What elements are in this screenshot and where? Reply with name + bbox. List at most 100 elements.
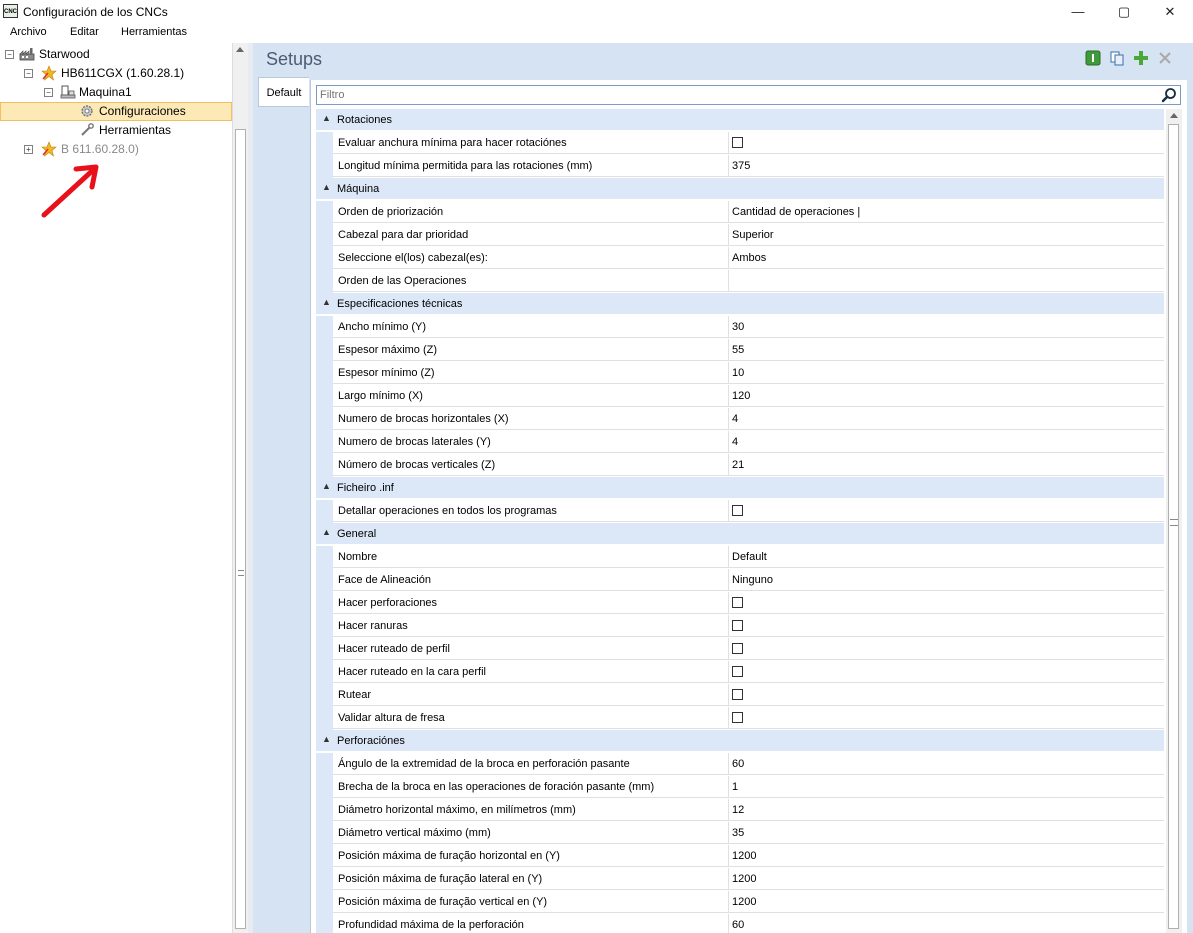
property-checkbox[interactable] (732, 505, 743, 516)
collapse-caret-icon[interactable]: ▲ (322, 734, 331, 744)
info-icon[interactable] (1085, 50, 1101, 66)
property-value-cell[interactable] (729, 661, 1164, 683)
property-row[interactable]: Numero de brocas laterales (Y) 4 (316, 431, 1164, 454)
tree-expander-maquina1[interactable]: − (44, 88, 53, 97)
property-row[interactable]: Posición máxima de furação horizontal en… (316, 845, 1164, 868)
tree-expander-starwood[interactable]: − (5, 50, 14, 59)
property-value[interactable]: Superior (729, 224, 1164, 246)
property-row[interactable]: Espesor máximo (Z) 55 (316, 339, 1164, 362)
tree-node-starwood[interactable]: Starwood (39, 45, 90, 63)
delete-icon[interactable] (1157, 50, 1173, 66)
section-header[interactable]: ▲ Máquina (316, 178, 1164, 200)
minimize-button[interactable]: — (1055, 0, 1101, 23)
menu-editar[interactable]: Editar (70, 26, 99, 38)
section-header[interactable]: ▲ Ficheiro .inf (316, 477, 1164, 499)
collapse-caret-icon[interactable]: ▲ (322, 113, 331, 123)
tree-expander-second-cnc[interactable]: + (24, 145, 33, 154)
property-value[interactable]: 12 (729, 799, 1164, 821)
tree-scrollbar[interactable] (232, 43, 248, 933)
property-value[interactable]: 4 (729, 431, 1164, 453)
search-icon[interactable] (1161, 87, 1177, 103)
property-row[interactable]: Numero de brocas horizontales (X) 4 (316, 408, 1164, 431)
property-value[interactable]: 35 (729, 822, 1164, 844)
property-row[interactable]: Detallar operaciones en todos los progra… (316, 500, 1164, 523)
property-checkbox[interactable] (732, 712, 743, 723)
property-row[interactable]: Hacer ranuras (316, 615, 1164, 638)
property-row[interactable]: Diámetro horizontal máximo, en milímetro… (316, 799, 1164, 822)
grid-scroll-up-icon[interactable] (1170, 113, 1178, 118)
tab-default[interactable]: Default (258, 77, 309, 107)
property-checkbox[interactable] (732, 666, 743, 677)
property-value-cell[interactable] (729, 615, 1164, 637)
grid-scroll-thumb[interactable] (1168, 124, 1179, 929)
property-row[interactable]: Brecha de la broca en las operaciones de… (316, 776, 1164, 799)
property-row[interactable]: Hacer ruteado en la cara perfil (316, 661, 1164, 684)
filter-input[interactable] (320, 88, 1140, 102)
property-value[interactable]: 1200 (729, 845, 1164, 867)
property-value[interactable]: 10 (729, 362, 1164, 384)
property-row[interactable]: Orden de las Operaciones (316, 270, 1164, 293)
property-row[interactable]: Evaluar anchura mínima para hacer rotaci… (316, 132, 1164, 155)
property-row[interactable]: Número de brocas verticales (Z) 21 (316, 454, 1164, 477)
property-value[interactable]: 120 (729, 385, 1164, 407)
property-row[interactable]: Ancho mínimo (Y) 30 (316, 316, 1164, 339)
property-row[interactable]: Validar altura de fresa (316, 707, 1164, 730)
property-value-cell[interactable] (729, 638, 1164, 660)
property-row[interactable]: Orden de priorización Cantidad de operaci… (316, 201, 1164, 224)
property-row[interactable]: Ángulo de la extremidad de la broca en p… (316, 753, 1164, 776)
tree-scroll-thumb[interactable] (235, 129, 246, 929)
property-value[interactable]: 4 (729, 408, 1164, 430)
property-row[interactable]: Espesor mínimo (Z) 10 (316, 362, 1164, 385)
tree-expander-hb611cgx[interactable]: − (24, 69, 33, 78)
property-value[interactable]: Cantidad de operaciones | (729, 201, 1164, 223)
property-checkbox[interactable] (732, 689, 743, 700)
section-header[interactable]: ▲ Rotaciones (316, 109, 1164, 131)
property-row[interactable]: Hacer perforaciones (316, 592, 1164, 615)
tree-node-maquina1[interactable]: Maquina1 (79, 83, 132, 101)
property-row[interactable]: Largo mínimo (X) 120 (316, 385, 1164, 408)
property-row[interactable]: Hacer ruteado de perfil (316, 638, 1164, 661)
tree-node-hb611cgx[interactable]: HB611CGX (1.60.28.1) (61, 64, 184, 82)
section-header[interactable]: ▲ Especificaciones técnicas (316, 293, 1164, 315)
property-row[interactable]: Profundidad máxima de la perforación 60 (316, 914, 1164, 933)
property-row[interactable]: Face de Alineación Ninguno (316, 569, 1164, 592)
property-value[interactable]: 30 (729, 316, 1164, 338)
property-value[interactable]: 60 (729, 914, 1164, 933)
property-row[interactable]: Posición máxima de furação vertical en (… (316, 891, 1164, 914)
property-value-cell[interactable] (729, 592, 1164, 614)
property-row[interactable]: Cabezal para dar prioridad Superior (316, 224, 1164, 247)
tree-node-second-cnc[interactable]: B 611.60.28.0) (61, 140, 139, 158)
close-button[interactable]: ✕ (1147, 0, 1193, 23)
property-value-cell[interactable] (729, 707, 1164, 729)
property-value-cell[interactable] (729, 684, 1164, 706)
property-checkbox[interactable] (732, 620, 743, 631)
property-row[interactable]: Posición máxima de furação lateral en (Y… (316, 868, 1164, 891)
property-value[interactable] (729, 270, 1164, 292)
property-value[interactable]: 60 (729, 753, 1164, 775)
menu-archivo[interactable]: Archivo (10, 26, 47, 38)
section-header[interactable]: ▲ General (316, 523, 1164, 545)
property-value[interactable]: 1200 (729, 868, 1164, 890)
property-checkbox[interactable] (732, 137, 743, 148)
property-value[interactable]: 1 (729, 776, 1164, 798)
property-value[interactable]: Ambos (729, 247, 1164, 269)
property-value-cell[interactable] (729, 132, 1164, 154)
property-checkbox[interactable] (732, 643, 743, 654)
tree-node-configuraciones[interactable]: Configuraciones (99, 102, 186, 120)
property-value[interactable]: Ninguno (729, 569, 1164, 591)
scroll-up-arrow-icon[interactable] (236, 47, 244, 52)
add-icon[interactable] (1133, 50, 1149, 66)
property-row[interactable]: Diámetro vertical máximo (mm) 35 (316, 822, 1164, 845)
property-value[interactable]: 375 (729, 155, 1164, 177)
tree-node-herramientas[interactable]: Herramientas (99, 121, 171, 139)
collapse-caret-icon[interactable]: ▲ (322, 527, 331, 537)
property-value[interactable]: Default (729, 546, 1164, 568)
maximize-button[interactable]: ▢ (1101, 0, 1147, 23)
copy-icon[interactable] (1109, 50, 1125, 66)
collapse-caret-icon[interactable]: ▲ (322, 297, 331, 307)
grid-scrollbar[interactable] (1166, 109, 1182, 933)
property-value[interactable]: 1200 (729, 891, 1164, 913)
property-row[interactable]: Nombre Default (316, 546, 1164, 569)
property-value[interactable]: 55 (729, 339, 1164, 361)
property-row[interactable]: Seleccione el(los) cabezal(es): Ambos (316, 247, 1164, 270)
